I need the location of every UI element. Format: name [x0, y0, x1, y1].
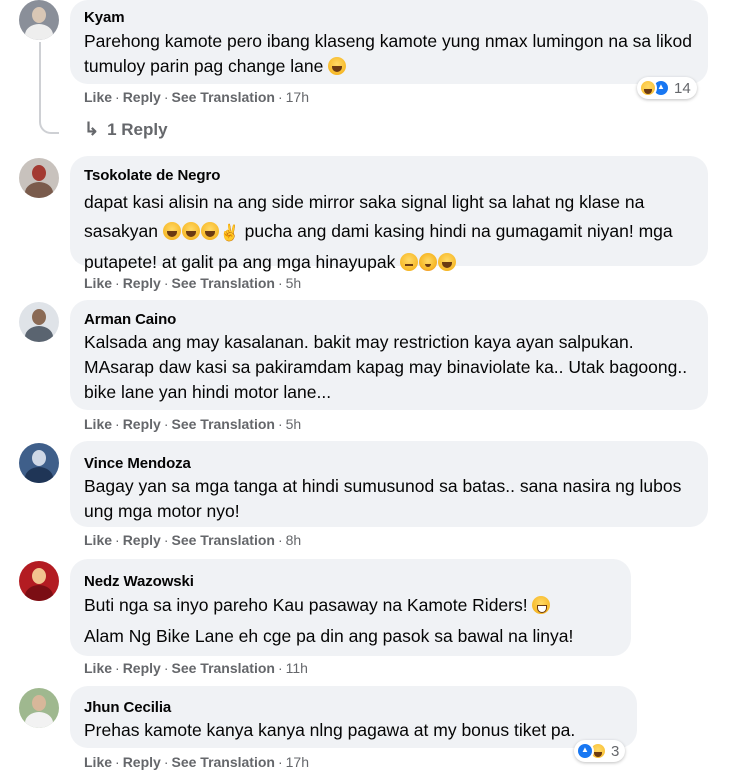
like-button[interactable]: Like: [84, 416, 112, 432]
comment-timestamp[interactable]: 8h: [286, 532, 302, 548]
see-translation-button[interactable]: See Translation: [171, 89, 274, 105]
reaction-summary[interactable]: 14: [637, 77, 697, 99]
comment-actions: Like · Reply · See Translation · 5h: [84, 275, 302, 291]
comment-text: Bagay yan sa mga tanga at hindi sumusuno…: [84, 476, 682, 521]
comment-text: Prehas kamote kanya kanya nlng pagawa at…: [84, 720, 576, 740]
like-button[interactable]: Like: [84, 89, 112, 105]
reply-button[interactable]: Reply: [123, 89, 161, 105]
comment-author[interactable]: Kyam: [84, 9, 694, 27]
like-button[interactable]: Like: [84, 275, 112, 291]
see-translation-button[interactable]: See Translation: [171, 754, 274, 770]
comment-timestamp[interactable]: 17h: [286, 754, 309, 770]
reaction-count: 3: [611, 742, 620, 760]
laughing-emoji-icon: [162, 222, 181, 240]
see-translation-button[interactable]: See Translation: [171, 416, 274, 432]
comment-text: Kalsada ang may kasalanan. bakit may res…: [84, 332, 688, 402]
laughing-emoji-icon: [438, 253, 457, 271]
comment-timestamp[interactable]: 17h: [286, 89, 309, 105]
eye-roll-emoji-icon: [400, 253, 419, 271]
comment-timestamp[interactable]: 5h: [286, 416, 302, 432]
see-translation-button[interactable]: See Translation: [171, 532, 274, 548]
comment-author[interactable]: Vince Mendoza: [84, 455, 694, 473]
comment-text: Buti nga sa inyo pareho Kau pasaway na K…: [84, 593, 617, 618]
avatar[interactable]: [19, 688, 59, 728]
laughing-emoji-icon: [328, 57, 347, 75]
grimacing-emoji-icon: [532, 596, 551, 614]
victory-hand-icon: ✌: [219, 225, 240, 242]
comment-timestamp[interactable]: 5h: [286, 275, 302, 291]
reply-button[interactable]: Reply: [123, 416, 161, 432]
comment-actions: Like · Reply · See Translation · 5h: [84, 416, 302, 432]
view-replies-button[interactable]: ↳ 1 Reply: [84, 119, 168, 140]
reply-button[interactable]: Reply: [123, 532, 161, 548]
avatar[interactable]: [19, 561, 59, 601]
comment-text: Parehong kamote pero ibang klaseng kamot…: [84, 31, 693, 76]
comment-actions: Like · Reply · See Translation · 17h: [84, 89, 309, 105]
reply-button[interactable]: Reply: [123, 275, 161, 291]
reply-button[interactable]: Reply: [123, 754, 161, 770]
avatar[interactable]: [19, 158, 59, 198]
reply-arrow-icon: ↳: [84, 119, 100, 139]
see-translation-button[interactable]: See Translation: [171, 660, 274, 676]
reply-thread-line: [39, 42, 59, 134]
comment-actions: Like · Reply · See Translation · 8h: [84, 532, 302, 548]
avatar[interactable]: [19, 443, 59, 483]
reaction-summary[interactable]: 3: [574, 740, 626, 762]
comment-bubble: Tsokolate de Negro dapat kasi alisin na …: [70, 156, 708, 272]
comment-actions: Like · Reply · See Translation · 11h: [84, 660, 308, 676]
comment-actions: Like · Reply · See Translation · 17h: [84, 754, 309, 770]
comment-bubble: Nedz Wazowski Buti nga sa inyo pareho Ka…: [70, 559, 631, 656]
comment-timestamp[interactable]: 11h: [286, 660, 308, 676]
like-icon: [576, 742, 594, 760]
comment-bubble: Jhun Cecilia Prehas kamote kanya kanya n…: [70, 686, 637, 748]
laughing-emoji-icon: [181, 222, 200, 240]
haha-icon: [639, 79, 657, 97]
like-button[interactable]: Like: [84, 754, 112, 770]
like-button[interactable]: Like: [84, 532, 112, 548]
comment-author[interactable]: Tsokolate de Negro: [84, 167, 694, 185]
replies-count-label: 1 Reply: [107, 119, 168, 139]
comment-text-paragraph: Alam Ng Bike Lane eh cge pa din ang paso…: [84, 626, 574, 646]
comment-bubble: Vince Mendoza Bagay yan sa mga tanga at …: [70, 441, 708, 527]
comment-bubble: Kyam Parehong kamote pero ibang klaseng …: [70, 0, 708, 84]
comment-author[interactable]: Arman Caino: [84, 311, 694, 329]
laughing-emoji-icon: [200, 222, 219, 240]
comment-bubble: Arman Caino Kalsada ang may kasalanan. b…: [70, 300, 708, 410]
party-face-emoji-icon: [419, 253, 438, 271]
comment-author[interactable]: Jhun Cecilia: [84, 699, 623, 717]
comment-text: dapat kasi alisin na ang side mirror sak…: [84, 192, 673, 272]
reaction-count: 14: [674, 79, 691, 97]
reply-button[interactable]: Reply: [123, 660, 161, 676]
like-button[interactable]: Like: [84, 660, 112, 676]
avatar[interactable]: [19, 0, 59, 40]
avatar[interactable]: [19, 302, 59, 342]
see-translation-button[interactable]: See Translation: [171, 275, 274, 291]
comment-author[interactable]: Nedz Wazowski: [84, 573, 617, 591]
